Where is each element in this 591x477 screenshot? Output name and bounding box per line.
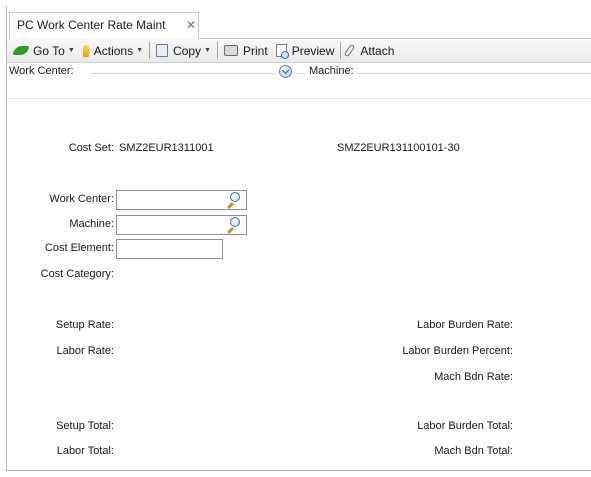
- chevron-down-icon: ▼: [136, 47, 144, 54]
- labor-total-label: Labor Total:: [56, 445, 114, 457]
- chevron-down-icon: ▼: [67, 47, 75, 54]
- actions-label: Actions: [93, 43, 134, 58]
- paperclip-icon: [344, 43, 356, 58]
- arrow-icon: [12, 46, 30, 55]
- labor-burden-total-label: Labor Burden Total:: [417, 420, 513, 432]
- work-center-label: Work Center:: [49, 193, 114, 205]
- header-separator: [7, 98, 591, 99]
- preview-button[interactable]: Preview: [272, 41, 339, 61]
- tab-label: PC Work Center Rate Maint: [17, 18, 166, 32]
- setup-rate-label: Setup Rate:: [55, 319, 114, 331]
- machine-label: Machine:: [69, 218, 114, 230]
- labor-rate-label: Labor Rate:: [56, 345, 114, 357]
- copy-button[interactable]: Copy ▼: [152, 41, 215, 61]
- form-frame: PC Work Center Rate Maint ✕ Go To ▼ Acti…: [6, 6, 591, 471]
- copy-label: Copy: [173, 43, 202, 58]
- print-label: Print: [243, 43, 268, 58]
- print-button[interactable]: Print: [220, 41, 272, 61]
- labor-burden-percent-label: Labor Burden Percent:: [402, 345, 513, 357]
- toolbar: Go To ▼ Actions ▼ Copy ▼ Print Preview A…: [7, 39, 591, 63]
- search-icon[interactable]: [225, 192, 241, 210]
- header-rule: [91, 73, 275, 74]
- printer-icon: [224, 45, 238, 56]
- close-icon[interactable]: ✕: [186, 18, 196, 32]
- mach-bdn-total-label: Mach Bdn Total:: [434, 445, 513, 457]
- actions-button[interactable]: Actions ▼: [79, 41, 147, 61]
- cost-set-label: Cost Set:: [68, 142, 114, 154]
- search-icon[interactable]: [225, 217, 241, 235]
- toolbar-separator: [217, 42, 218, 59]
- cost-set-value: SMZ2EUR1311001: [119, 142, 214, 154]
- toolbar-separator: [149, 42, 151, 59]
- mach-bdn-rate-label: Mach Bdn Rate:: [434, 371, 513, 383]
- labor-burden-rate-label: Labor Burden Rate:: [416, 319, 513, 331]
- cost-element-input[interactable]: [116, 239, 223, 259]
- copy-icon: [156, 44, 169, 57]
- header-rule: [357, 73, 591, 74]
- tab-strip: PC Work Center Rate Maint ✕: [7, 6, 591, 39]
- toolbar-separator: [340, 42, 342, 59]
- goto-button[interactable]: Go To ▼: [10, 41, 79, 61]
- attach-button[interactable]: Attach: [343, 41, 398, 61]
- preview-label: Preview: [291, 43, 335, 58]
- lightning-icon: [82, 44, 89, 57]
- cost-element-label: Cost Element:: [44, 242, 114, 254]
- cost-category-label: Cost Category:: [40, 268, 114, 280]
- attach-label: Attach: [360, 43, 395, 58]
- header-work-center-label: Work Center:: [9, 65, 74, 77]
- cost-set-description: SMZ2EUR131100101-30: [337, 142, 460, 154]
- setup-total-label: Setup Total:: [56, 420, 114, 432]
- header-bar: Work Center: Machine:: [7, 64, 591, 80]
- chevron-down-icon: ▼: [204, 47, 211, 54]
- header-rule: [297, 73, 305, 74]
- preview-icon: [275, 44, 289, 59]
- chevron-down-circle-icon[interactable]: [279, 65, 292, 78]
- tab-pc-work-center-rate-maint[interactable]: PC Work Center Rate Maint ✕: [9, 12, 199, 39]
- header-machine-label: Machine:: [309, 65, 354, 77]
- goto-label: Go To: [33, 43, 65, 58]
